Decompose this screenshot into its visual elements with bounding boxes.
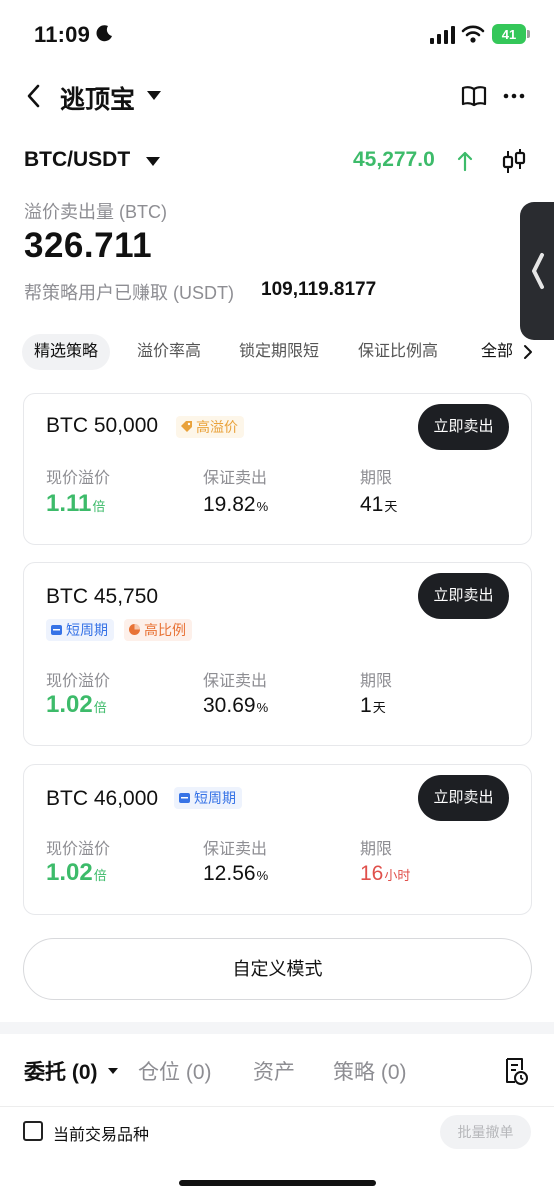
filter-tab-premium-rate[interactable]: 溢价率高 [137, 334, 201, 370]
strategy-filter-tabs: 精选策略 溢价率高 锁定期限短 保证比例高 全部 [0, 334, 554, 372]
sell-volume-value: 326.711 [24, 226, 153, 265]
book-icon[interactable] [460, 84, 488, 108]
premium-label: 现价溢价 [46, 470, 111, 487]
calendar-icon [179, 793, 190, 803]
section-divider [0, 1022, 554, 1034]
page-title[interactable]: 逃顶宝 [60, 80, 135, 116]
moon-icon [96, 25, 112, 42]
chevron-right-icon[interactable] [522, 344, 534, 360]
term-value: 41天 [360, 493, 398, 516]
term-label: 期限 [360, 673, 393, 690]
sell-volume-label: 溢价卖出量 (BTC) [24, 202, 167, 222]
premium-label: 现价溢价 [46, 673, 111, 690]
filter-tab-short-lock[interactable]: 锁定期限短 [239, 334, 319, 370]
strategy-card[interactable]: BTC 46,000 短周期 立即卖出 现价溢价 保证卖出 期限 1.02倍 1… [23, 764, 532, 915]
order-history-icon[interactable] [503, 1056, 529, 1086]
guaranteed-sell-label: 保证卖出 [203, 673, 268, 690]
premium-label: 现价溢价 [46, 841, 111, 858]
arrow-up-icon [457, 151, 473, 172]
guaranteed-sell-value: 30.69% [203, 694, 269, 717]
sell-now-button[interactable]: 立即卖出 [418, 404, 509, 450]
strategy-card[interactable]: BTC 45,750 短周期 高比例 立即卖出 现价溢价 保证卖出 期限 1.0… [23, 562, 532, 746]
back-arrow-icon[interactable] [22, 82, 48, 110]
term-value: 16小时 [360, 862, 411, 885]
caret-down-icon[interactable] [108, 1068, 118, 1074]
term-label: 期限 [360, 470, 393, 487]
term-value: 1天 [360, 694, 386, 717]
tab-assets[interactable]: 资产 [253, 1056, 295, 1086]
wifi-icon [461, 25, 485, 43]
pair-selector[interactable]: BTC/USDT [24, 148, 130, 172]
status-time: 11:09 [34, 22, 91, 47]
guaranteed-sell-value: 19.82% [203, 493, 269, 516]
earned-label: 帮策略用户已赚取 (USDT) [24, 283, 234, 303]
guaranteed-sell-label: 保证卖出 [203, 470, 268, 487]
earned-value: 109,119.8177 [261, 279, 377, 300]
tag-high-ratio: 高比例 [124, 619, 192, 641]
home-indicator [179, 1180, 376, 1186]
premium-value: 1.02倍 [46, 859, 107, 886]
sell-now-button[interactable]: 立即卖出 [418, 775, 509, 821]
batch-cancel-button[interactable]: 批量撤单 [440, 1115, 531, 1149]
strategy-card[interactable]: BTC 50,000 高溢价 立即卖出 现价溢价 保证卖出 期限 1.11倍 1… [23, 393, 532, 545]
sell-now-button[interactable]: 立即卖出 [418, 573, 509, 619]
tag-high-premium: 高溢价 [176, 416, 244, 438]
header: 逃顶宝 [0, 70, 554, 122]
caret-down-icon[interactable] [147, 91, 161, 100]
tag-short-cycle: 短周期 [46, 619, 114, 641]
strike-price: BTC 45,750 [46, 585, 159, 608]
battery-tip [527, 30, 530, 38]
strike-price: BTC 50,000 [46, 414, 159, 437]
pie-chart-icon [129, 624, 140, 635]
guaranteed-sell-value: 12.56% [203, 862, 269, 885]
calendar-icon [51, 625, 62, 635]
term-label: 期限 [360, 841, 393, 858]
premium-value: 1.11倍 [46, 490, 106, 517]
candlestick-chart-icon[interactable] [500, 149, 528, 175]
guaranteed-sell-label: 保证卖出 [203, 841, 268, 858]
status-bar: 11:09 41 [0, 0, 554, 70]
tag-icon [181, 421, 192, 432]
strike-price: BTC 46,000 [46, 787, 159, 810]
current-symbol-checkbox[interactable] [23, 1121, 43, 1141]
cellular-signal-icon [430, 26, 455, 44]
filter-tab-featured[interactable]: 精选策略 [22, 334, 111, 370]
current-symbol-label: 当前交易品种 [53, 1127, 150, 1144]
divider [0, 1106, 554, 1107]
filter-tab-all[interactable]: 全部 [481, 334, 513, 370]
tab-orders[interactable]: 委托 (0) [24, 1056, 98, 1086]
premium-value: 1.02倍 [46, 691, 107, 718]
more-options-icon[interactable] [502, 84, 526, 108]
custom-mode-button[interactable]: 自定义模式 [23, 938, 532, 1000]
filter-tab-guarantee-ratio[interactable]: 保证比例高 [358, 334, 438, 370]
battery-indicator: 41 [492, 24, 526, 44]
tab-positions[interactable]: 仓位 (0) [138, 1056, 212, 1086]
chevron-left-icon [532, 253, 544, 289]
pair-row: BTC/USDT 45,277.0 [0, 146, 554, 178]
orders-tabs: 委托 (0) 仓位 (0) 资产 策略 (0) [0, 1052, 554, 1092]
current-price: 45,277.0 [353, 148, 435, 171]
side-drawer-handle[interactable] [520, 202, 554, 340]
tab-strategies[interactable]: 策略 (0) [333, 1056, 407, 1086]
tag-short-cycle: 短周期 [174, 787, 242, 809]
caret-down-icon[interactable] [146, 157, 160, 166]
